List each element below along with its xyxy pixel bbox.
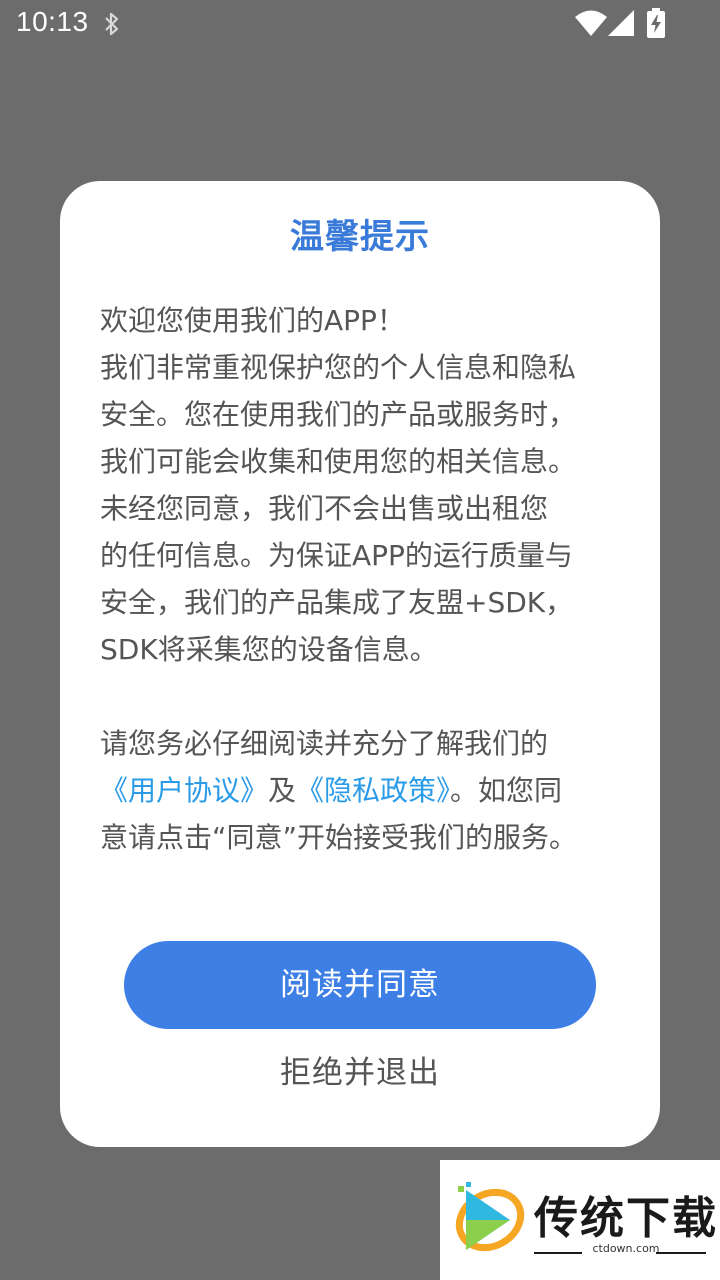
privacy-dialog: 温馨提示 欢迎您使用我们的APP！ 我们非常重视保护您的个人信息和隐私 安全。您… [60, 181, 660, 1147]
bluetooth-icon [105, 12, 119, 36]
body-text-tail: 。如您同 [450, 774, 563, 807]
body-line: 安全，我们的产品集成了友盟+SDK， [100, 586, 574, 619]
dialog-title: 温馨提示 [290, 217, 430, 257]
and-text: 及 [268, 774, 297, 807]
user-agreement-link[interactable]: 《用户协议》 [100, 774, 268, 807]
signal-icon [608, 10, 634, 36]
intro-paragraph: 欢迎您使用我们的APP！ 我们非常重视保护您的个人信息和隐私 安全。您在使用我们… [100, 297, 625, 673]
watermark-logo: 传统下载 ctdown.com [440, 1160, 720, 1280]
wifi-icon [575, 10, 607, 36]
body-line: SDK将采集您的设备信息。 [100, 633, 438, 666]
reject-exit-button[interactable]: 拒绝并退出 [60, 1047, 660, 1092]
body-line: 请您务必仔细阅读并充分了解我们的 [100, 727, 549, 760]
battery-charging-icon [647, 8, 665, 38]
body-line: 我们可能会收集和使用您的相关信息。 [100, 445, 577, 478]
body-line: 安全。您在使用我们的产品或服务时， [100, 398, 577, 431]
body-line: 未经您同意，我们不会出售或出租您 [100, 492, 549, 525]
body-line: 欢迎您使用我们的APP！ [100, 304, 405, 337]
body-line: 的任何信息。为保证APP的运行质量与 [100, 539, 573, 572]
watermark-brand: 传统下载 [534, 1193, 718, 1244]
status-bar: 10:13 [0, 0, 720, 50]
privacy-policy-link[interactable]: 《隐私政策》 [296, 774, 450, 807]
agree-button[interactable]: 阅读并同意 [124, 941, 596, 1029]
dialog-body: 欢迎您使用我们的APP！ 我们非常重视保护您的个人信息和隐私 安全。您在使用我们… [100, 297, 625, 861]
agreement-paragraph: 请您务必仔细阅读并充分了解我们的 《用户协议》及《隐私政策》。如您同 意请点击“… [100, 720, 625, 861]
status-time: 10:13 [16, 6, 89, 37]
watermark-url: ctdown.com [592, 1242, 660, 1255]
body-line: 我们非常重视保护您的个人信息和隐私 [100, 351, 577, 384]
body-line: 意请点击“同意”开始接受我们的服务。 [100, 821, 578, 854]
